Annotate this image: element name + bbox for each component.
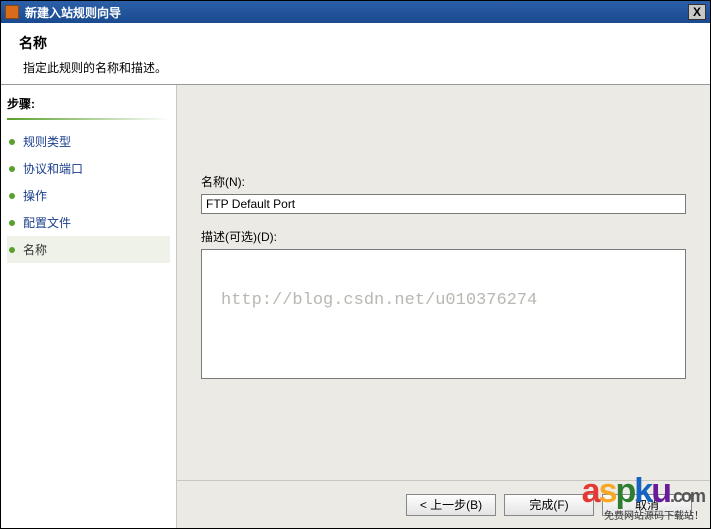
steps-heading: 步骤:: [7, 95, 170, 112]
step-action[interactable]: 操作: [7, 182, 170, 209]
bullet-icon: [9, 139, 15, 145]
name-input[interactable]: [201, 194, 686, 214]
step-profile[interactable]: 配置文件: [7, 209, 170, 236]
page-header: 名称 指定此规则的名称和描述。: [1, 23, 710, 84]
step-label: 规则类型: [23, 133, 71, 150]
step-label: 操作: [23, 187, 47, 204]
finish-button[interactable]: 完成(F): [504, 494, 594, 516]
step-label: 协议和端口: [23, 160, 83, 177]
bullet-icon: [9, 166, 15, 172]
bullet-icon: [9, 193, 15, 199]
step-label: 名称: [23, 241, 47, 258]
step-name[interactable]: 名称: [7, 236, 170, 263]
step-protocol-port[interactable]: 协议和端口: [7, 155, 170, 182]
page-subtitle: 指定此规则的名称和描述。: [23, 59, 692, 76]
app-icon: [5, 5, 19, 19]
back-button[interactable]: < 上一步(B): [406, 494, 496, 516]
step-rule-type[interactable]: 规则类型: [7, 128, 170, 155]
wizard-body: 步骤: 规则类型 协议和端口 操作 配置文件 名称: [1, 85, 710, 528]
steps-sidebar: 步骤: 规则类型 协议和端口 操作 配置文件 名称: [1, 85, 176, 528]
cancel-button[interactable]: 取消: [602, 494, 692, 516]
titlebar: 新建入站规则向导 X: [1, 1, 710, 23]
step-label: 配置文件: [23, 214, 71, 231]
wizard-footer: < 上一步(B) 完成(F) 取消: [177, 480, 710, 528]
description-label: 描述(可选)(D):: [201, 228, 686, 245]
close-button[interactable]: X: [688, 4, 706, 20]
bullet-icon: [9, 220, 15, 226]
description-textarea[interactable]: [201, 249, 686, 379]
bullet-icon: [9, 247, 15, 253]
name-label: 名称(N):: [201, 173, 686, 190]
page-title: 名称: [19, 33, 692, 53]
window-title: 新建入站规则向导: [25, 4, 688, 21]
content-pane: 名称(N): 描述(可选)(D): < 上一步(B) 完成(F) 取消: [176, 85, 710, 528]
wizard-window: 新建入站规则向导 X 名称 指定此规则的名称和描述。 步骤: 规则类型 协议和端…: [0, 0, 711, 529]
steps-divider: [7, 118, 170, 120]
